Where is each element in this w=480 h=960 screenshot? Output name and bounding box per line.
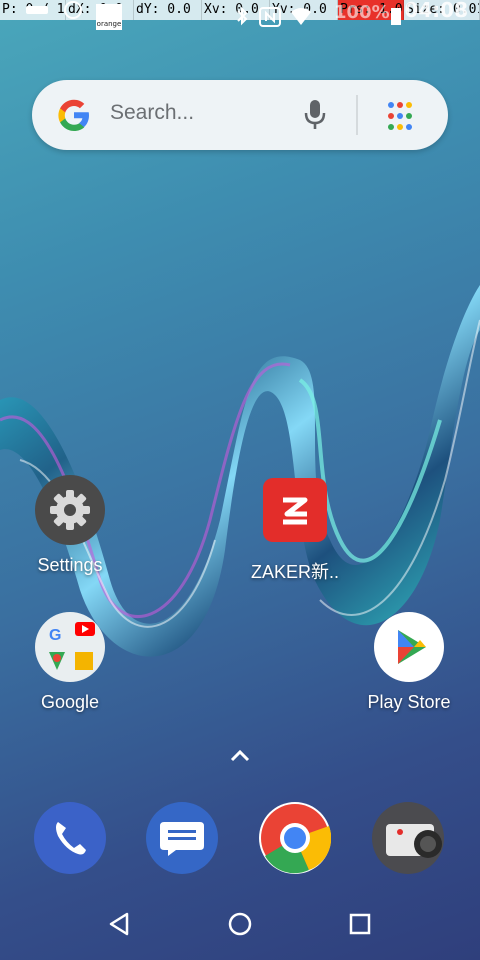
- search-divider: [356, 95, 358, 135]
- home-button[interactable]: [225, 909, 255, 939]
- app-google-folder[interactable]: G Google: [20, 612, 120, 713]
- app-grid-icon[interactable]: [384, 100, 416, 132]
- dock-chrome[interactable]: [259, 802, 332, 874]
- app-drawer-up-arrow-icon[interactable]: [228, 748, 252, 764]
- carrier-logo: orange: [96, 4, 122, 30]
- messages-icon: [160, 822, 204, 856]
- battery-icon: [391, 8, 401, 25]
- search-input[interactable]: Search...: [110, 101, 194, 125]
- dock-messages[interactable]: [146, 802, 218, 874]
- back-button[interactable]: [105, 909, 135, 939]
- app-zaker[interactable]: ZAKER新..: [245, 478, 345, 584]
- zaker-icon[interactable]: [263, 478, 327, 542]
- camera-icon: [386, 824, 442, 858]
- settings-gear-icon[interactable]: [35, 475, 105, 545]
- phone-icon: [56, 822, 86, 855]
- nfc-icon: [259, 7, 281, 27]
- sync-notification-icon: [64, 1, 82, 19]
- google-g-icon[interactable]: [56, 97, 92, 133]
- app-label-settings: Settings: [37, 555, 103, 575]
- wifi-icon: [291, 8, 311, 25]
- app-label-zaker: ZAKER新..: [250, 562, 339, 582]
- dock-camera[interactable]: [372, 802, 444, 874]
- app-play-store[interactable]: Play Store: [359, 612, 459, 713]
- chrome-icon: [261, 804, 332, 874]
- car-notification-icon: [26, 6, 48, 14]
- status-clock: 04:08: [404, 0, 468, 22]
- svg-text:G: G: [49, 627, 61, 644]
- battery-percentage: 100%: [334, 2, 390, 23]
- google-folder-icon[interactable]: G: [35, 612, 105, 682]
- navigation-bar: [0, 895, 480, 960]
- microphone-icon[interactable]: [300, 98, 330, 132]
- recents-button[interactable]: [345, 909, 375, 939]
- app-label-google: Google: [40, 692, 100, 712]
- app-settings[interactable]: Settings: [20, 475, 120, 576]
- play-store-icon[interactable]: [374, 612, 444, 682]
- bluetooth-icon: [237, 6, 248, 26]
- overlay-dy: dY: 0.0: [134, 0, 202, 20]
- app-label-play-store: Play Store: [367, 692, 451, 712]
- dock-phone[interactable]: [34, 802, 106, 874]
- google-search-bar[interactable]: Search...: [32, 80, 448, 150]
